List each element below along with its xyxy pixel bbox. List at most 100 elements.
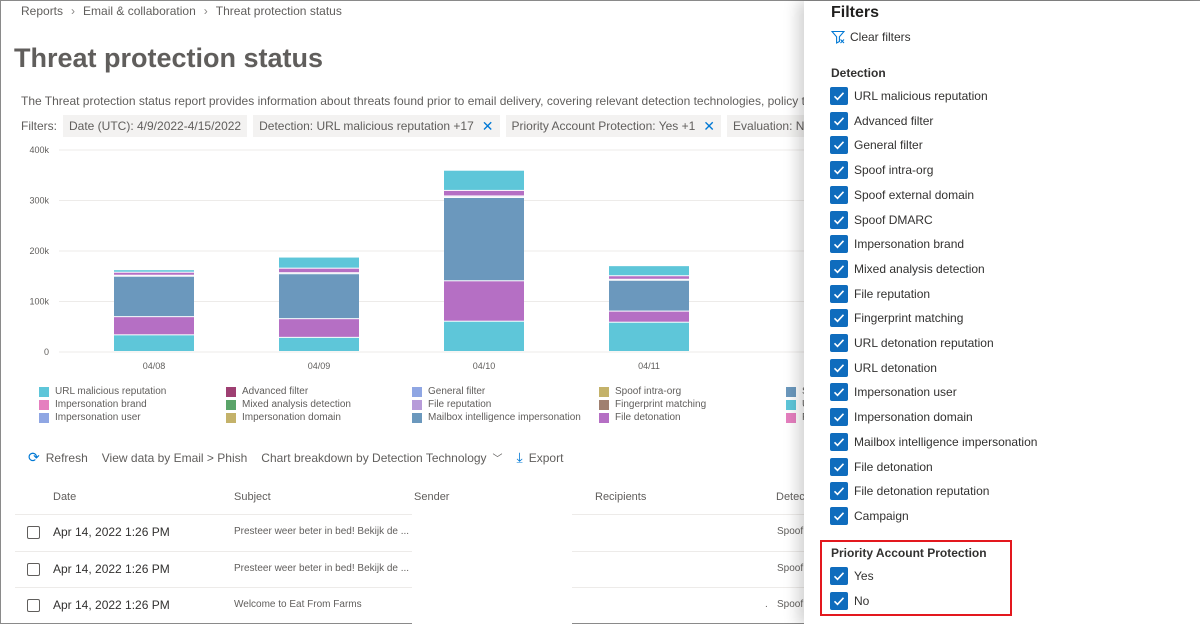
detection-option[interactable]: File detonation reputation (830, 482, 989, 501)
column-header-recipients[interactable]: Recipients (595, 491, 646, 503)
checkbox-checked-icon[interactable] (830, 259, 848, 278)
checkbox-checked-icon[interactable] (830, 358, 848, 377)
legend-item[interactable]: Mixed analysis detection (226, 399, 351, 410)
checkbox-checked-icon[interactable] (830, 161, 848, 180)
export-button[interactable]: ⤓ Export (517, 449, 564, 466)
detection-option-label: Impersonation brand (854, 237, 965, 252)
legend-label: General filter (428, 386, 486, 397)
legend-item[interactable]: File reputation (412, 399, 491, 410)
bar-segment (609, 311, 689, 322)
bar-segment (609, 280, 689, 311)
view-data-dropdown[interactable]: View data by Email > Phish (102, 451, 248, 465)
filter-chip-label: Detection: URL malicious reputation +17 (259, 119, 474, 133)
column-header-date[interactable]: Date (53, 491, 76, 503)
legend-item[interactable]: Impersonation user (39, 412, 141, 423)
legend-label: File reputation (428, 399, 492, 410)
legend-label: File detonation (615, 412, 681, 423)
table-row[interactable]: Apr 14, 2022 1:26 PM Presteer weer beter… (15, 514, 805, 551)
legend-item[interactable]: Advanced filter (226, 386, 308, 397)
detection-option-label: Spoof external domain (854, 187, 975, 202)
bar-segment (114, 272, 194, 275)
close-icon[interactable]: ✕ (482, 115, 494, 137)
row-checkbox[interactable] (27, 599, 40, 612)
results-table: Date Subject Sender Recipients Detect Ap… (15, 483, 808, 624)
bar-segment (279, 274, 359, 319)
detection-option-label: Spoof DMARC (854, 212, 933, 227)
detection-option[interactable]: URL malicious reputation (830, 87, 988, 105)
checkbox-checked-icon[interactable] (830, 87, 848, 105)
legend-item[interactable]: Fingerprint matching (599, 399, 706, 410)
checkbox-checked-icon[interactable] (830, 506, 848, 525)
x-tick-label: 04/08 (143, 361, 166, 371)
checkbox-checked-icon[interactable] (830, 136, 848, 155)
legend-item[interactable]: Impersonation domain (226, 412, 341, 423)
detection-option[interactable]: URL detonation (830, 358, 937, 377)
clear-filters-label: Clear filters (850, 30, 911, 44)
checkbox-checked-icon[interactable] (830, 432, 848, 451)
bar-segment (114, 317, 194, 335)
refresh-button[interactable]: ⟳ Refresh (28, 449, 88, 466)
column-header-sender[interactable]: Sender (414, 491, 449, 503)
detection-option[interactable]: Spoof intra-org (830, 161, 933, 180)
close-icon[interactable]: ✕ (703, 115, 715, 137)
detection-option[interactable]: Impersonation brand (830, 235, 965, 254)
filter-chip-date[interactable]: Date (UTC): 4/9/2022-4/15/2022 (63, 115, 248, 137)
legend-item[interactable]: Spoof intra-org (599, 386, 681, 397)
column-header-subject[interactable]: Subject (234, 491, 271, 503)
legend-item[interactable]: File detonation (599, 412, 681, 423)
detection-option-label: Impersonation user (854, 385, 957, 400)
bar-segment (609, 322, 689, 351)
detection-option[interactable]: Impersonation domain (830, 408, 973, 427)
checkbox-checked-icon[interactable] (830, 334, 848, 352)
legend-item[interactable]: URL malicious reputation (39, 386, 166, 397)
legend-swatch (599, 386, 609, 397)
breadcrumb-email-collaboration[interactable]: Email & collaboration (83, 4, 196, 18)
legend-label: Mailbox intelligence impersonation (428, 412, 581, 423)
legend-label: Fingerprint matching (615, 399, 707, 410)
checkbox-checked-icon[interactable] (830, 185, 848, 204)
checkbox-checked-icon[interactable] (830, 408, 848, 427)
detection-option[interactable]: Spoof external domain (830, 185, 975, 204)
filter-chip-priority[interactable]: Priority Account Protection: Yes +1 ✕ (505, 115, 722, 137)
legend-swatch (226, 386, 236, 397)
detection-option[interactable]: General filter (830, 136, 923, 155)
checkbox-checked-icon[interactable] (830, 111, 848, 130)
table-row[interactable]: Apr 14, 2022 1:26 PM Presteer weer beter… (15, 551, 805, 588)
bar-segment (279, 337, 359, 351)
checkbox-checked-icon[interactable] (830, 309, 848, 328)
detection-option[interactable]: Campaign (830, 506, 909, 525)
report-description: The Threat protection status report prov… (21, 94, 831, 108)
detection-option[interactable]: File detonation (830, 457, 933, 476)
checkbox-checked-icon[interactable] (830, 482, 848, 501)
detection-option[interactable]: Mailbox intelligence impersonation (830, 432, 1037, 451)
checkbox-checked-icon[interactable] (830, 235, 848, 254)
row-checkbox[interactable] (27, 526, 40, 539)
checkbox-checked-icon[interactable] (830, 383, 848, 402)
detection-option[interactable]: Fingerprint matching (830, 309, 963, 328)
legend-item[interactable]: General filter (412, 386, 485, 397)
checkbox-checked-icon[interactable] (830, 210, 848, 229)
bar-segment (114, 276, 194, 317)
detection-option[interactable]: Mixed analysis detection (830, 259, 985, 278)
detection-option-label: Impersonation domain (854, 410, 973, 425)
chart-breakdown-dropdown[interactable]: Chart breakdown by Detection Technology … (261, 450, 502, 466)
legend-item[interactable]: Impersonation brand (39, 399, 147, 410)
detection-option[interactable]: URL detonation reputation (830, 334, 994, 352)
refresh-label: Refresh (45, 450, 88, 465)
detection-option[interactable]: Impersonation user (830, 383, 957, 402)
filter-chip-detection[interactable]: Detection: URL malicious reputation +17 ✕ (253, 115, 500, 137)
detection-option[interactable]: File reputation (830, 284, 930, 303)
detection-option[interactable]: Spoof DMARC (830, 210, 933, 229)
checkbox-checked-icon[interactable] (830, 457, 848, 476)
legend-item[interactable]: Mailbox intelligence impersonation (412, 412, 581, 423)
row-date: Apr 14, 2022 1:26 PM (53, 562, 170, 576)
detection-option[interactable]: Advanced filter (830, 111, 933, 130)
checkbox-checked-icon[interactable] (830, 284, 848, 303)
clear-filters-button[interactable]: Clear filters (831, 30, 911, 44)
legend-label: Spoof intra-org (615, 386, 682, 397)
breadcrumb-reports[interactable]: Reports (21, 4, 63, 18)
table-row[interactable]: Apr 14, 2022 1:26 PM Welcome to Eat From… (15, 587, 805, 624)
refresh-icon: ⟳ (28, 449, 40, 465)
row-checkbox[interactable] (27, 563, 40, 576)
filter-chip-label: Priority Account Protection: Yes +1 (511, 119, 696, 133)
